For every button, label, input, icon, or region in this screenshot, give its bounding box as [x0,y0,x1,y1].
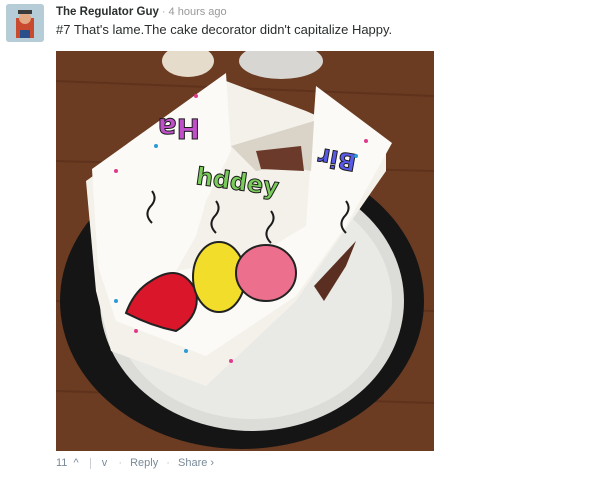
header-separator: · [161,6,166,18]
downvote-icon[interactable]: v [102,457,108,469]
timestamp[interactable]: 4 hours ago [169,6,227,18]
comment-header: The Regulator Guy · 4 hours ago [56,6,227,18]
upvote-icon[interactable]: ^ [73,457,78,469]
avatar[interactable] [6,4,44,42]
author-name[interactable]: The Regulator Guy [56,6,159,18]
vote-divider [89,457,91,469]
cake-word-ha: Ha [158,112,200,145]
reply-button[interactable]: Reply [130,457,158,469]
avatar-image [6,4,44,42]
comment-actions: 11 ^ v · Reply · Share › [56,457,214,469]
cake-photo: Ha Bir hddey [56,51,434,451]
separator-dot: · [118,457,123,470]
share-label: Share [178,457,208,470]
separator-dot: · [166,457,170,470]
share-button[interactable]: Share › [178,457,214,469]
vote-count: 11 [56,457,68,470]
chevron-right-icon: › [210,457,215,470]
comment-image[interactable]: Ha Bir hddey [56,51,434,451]
comment-text: #7 That's lame.The cake decorator didn't… [56,22,393,37]
